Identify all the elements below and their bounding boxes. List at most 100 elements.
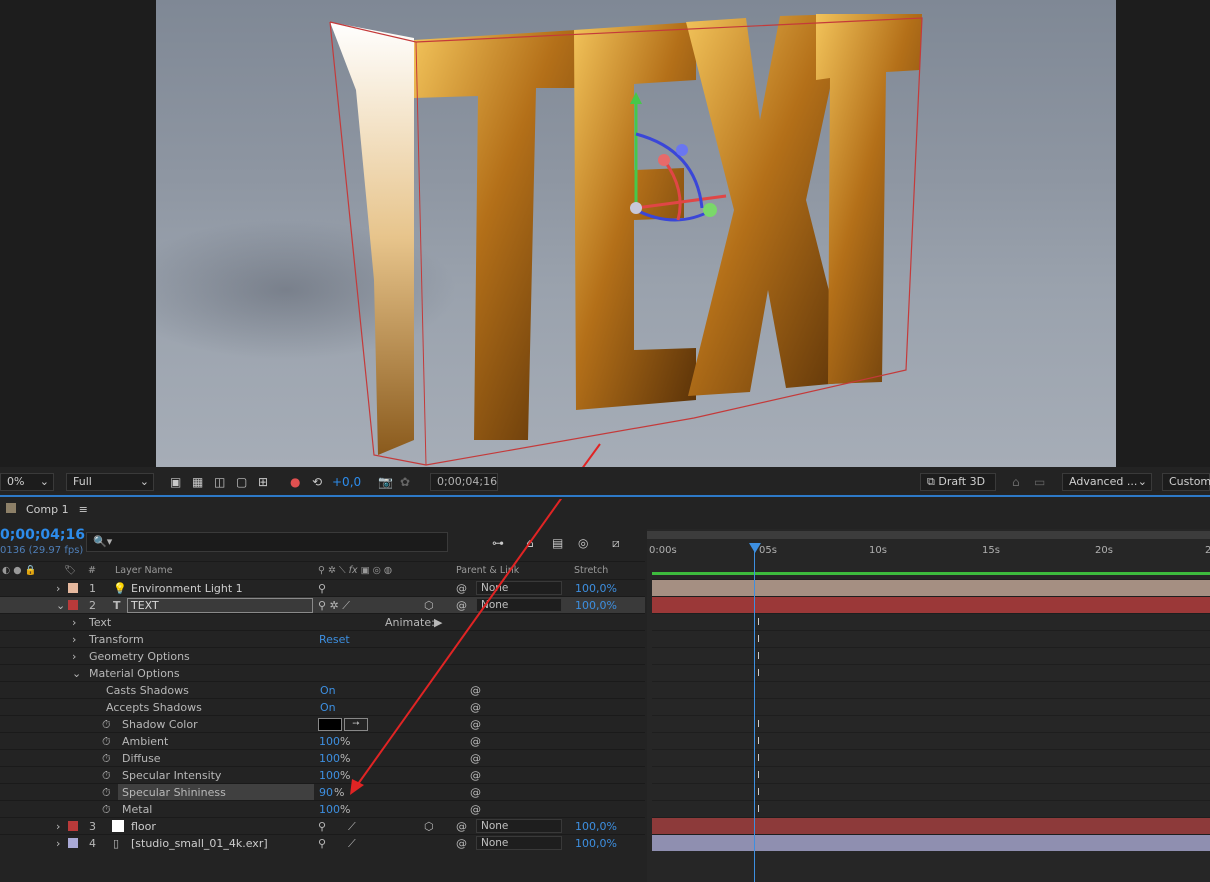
stretch-value[interactable]: 100,0% — [575, 580, 617, 597]
parent-select[interactable]: None — [476, 836, 562, 850]
pickwhip-icon[interactable]: @ — [456, 597, 467, 614]
expand-icon[interactable]: › — [56, 580, 60, 597]
layer-name[interactable]: floor — [131, 818, 156, 835]
prop-text[interactable]: › Text Animate: ▶ — [0, 613, 645, 630]
exposure-value[interactable]: +0,0 — [332, 473, 361, 491]
keyframe-icon[interactable]: I — [757, 634, 763, 645]
3d-view-icon[interactable]: ▭ — [1034, 473, 1045, 491]
eyedropper-icon[interactable]: ➙ — [344, 718, 368, 731]
shy-switch-icon[interactable]: ⚲ — [318, 818, 326, 835]
stretch-value[interactable]: 100,0% — [575, 835, 617, 852]
layer-name[interactable]: Environment Light 1 — [131, 580, 243, 597]
label-swatch[interactable] — [68, 838, 78, 848]
keyframe-icon[interactable]: I — [757, 804, 763, 815]
stretch-value[interactable]: 100,0% — [575, 818, 617, 835]
track-layer-4[interactable] — [652, 834, 1210, 851]
show-snapshot-icon[interactable]: ✿ — [400, 473, 410, 491]
expression-icon[interactable]: @ — [470, 682, 481, 699]
pickwhip-icon[interactable]: @ — [456, 580, 467, 597]
expression-icon[interactable]: @ — [470, 733, 481, 750]
prop-value[interactable]: 100 — [319, 750, 340, 767]
prop-material[interactable]: ⌄ Material Options — [0, 664, 645, 681]
parent-select[interactable]: None — [476, 598, 562, 612]
zoom-select[interactable]: 0% ⌄ — [0, 473, 54, 491]
transparency-grid-icon[interactable]: ▦ — [192, 473, 203, 491]
stopwatch-icon[interactable]: ⏱ — [102, 801, 111, 818]
collapse-icon[interactable]: ⌄ — [56, 597, 65, 614]
quality-icon[interactable]: ⟋ — [348, 818, 356, 835]
prop-geometry[interactable]: › Geometry Options — [0, 647, 645, 664]
keyframe-icon[interactable]: I — [757, 736, 763, 747]
layer-row-3[interactable]: › 3 floor ⚲ ⟋ ⬡ @ None 100,0% — [0, 817, 645, 834]
expand-icon[interactable]: › — [72, 648, 76, 665]
keyframe-icon[interactable]: I — [757, 668, 763, 679]
layer-row-1[interactable]: › 1 💡 Environment Light 1 ⚲ @ None 100,0… — [0, 579, 645, 596]
shy-switch-icon[interactable]: ⚲ — [318, 835, 326, 852]
prop-value[interactable]: 100 — [319, 767, 340, 784]
current-time-display[interactable]: 0;00;04;16 — [0, 527, 85, 543]
keyframe-icon[interactable]: I — [757, 770, 763, 781]
stretch-value[interactable]: 100,0% — [575, 597, 617, 614]
reset-link[interactable]: Reset — [319, 631, 350, 648]
label-swatch[interactable] — [68, 600, 78, 610]
stopwatch-icon[interactable]: ⏱ — [102, 733, 111, 750]
prop-value[interactable]: On — [320, 699, 336, 716]
prop-diffuse[interactable]: ⏱ Diffuse 100% @ — [0, 749, 645, 766]
graph-editor-icon[interactable]: ⧄ — [612, 534, 620, 552]
expression-icon[interactable]: @ — [470, 784, 481, 801]
tab-comp1[interactable]: Comp 1 ≡ — [0, 499, 88, 521]
keyframe-icon[interactable]: I — [757, 719, 763, 730]
prop-accepts-shadows[interactable]: Accepts Shadows On @ — [0, 698, 645, 715]
prop-casts-shadows[interactable]: Casts Shadows On @ — [0, 681, 645, 698]
expression-icon[interactable]: @ — [470, 801, 481, 818]
expand-icon[interactable]: › — [56, 818, 60, 835]
expand-icon[interactable]: › — [56, 835, 60, 852]
collapse-icon[interactable]: ⌄ — [72, 665, 81, 682]
prop-value[interactable]: 90 — [319, 784, 333, 801]
parent-select[interactable]: None — [476, 819, 562, 833]
quality-icon[interactable]: ⟋ — [348, 835, 356, 852]
viewer-timecode[interactable]: 0;00;04;16 — [430, 473, 498, 491]
label-swatch[interactable] — [68, 821, 78, 831]
advanced-select[interactable]: Advanced ... ⌄ — [1062, 473, 1152, 491]
expression-icon[interactable]: @ — [470, 699, 481, 716]
timeline-tracks[interactable]: 0:00s 05s 10s 15s 20s 2 I I I I I I I I … — [647, 529, 1210, 882]
expand-icon[interactable]: › — [72, 614, 76, 631]
layer-row-4[interactable]: › 4 ▯ [studio_small_01_4k.exr] ⚲ ⟋ @ Non… — [0, 834, 645, 851]
mask-visibility-icon[interactable]: ◫ — [214, 473, 225, 491]
work-area-bar[interactable] — [647, 531, 1210, 539]
stopwatch-icon[interactable]: ⏱ — [102, 767, 111, 784]
region-of-interest-icon[interactable]: ▢ — [236, 473, 247, 491]
pickwhip-icon[interactable]: @ — [456, 818, 467, 835]
snapshot-camera-icon[interactable]: 📷 — [378, 473, 393, 491]
exposure-reset-icon[interactable]: ⟲ — [312, 473, 322, 491]
3d-layer-icon[interactable]: ⬡ — [424, 818, 434, 835]
frame-blending-icon[interactable]: ▤ — [552, 534, 563, 552]
stopwatch-icon[interactable]: ⏱ — [102, 716, 111, 733]
parent-select[interactable]: None — [476, 581, 562, 595]
layer-row-2[interactable]: ⌄ 2 T TEXT ⚲ ✲ ⟋ ⬡ @ None 100,0% — [0, 596, 645, 613]
3d-ground-icon[interactable]: ⌂ — [1012, 473, 1020, 491]
search-input[interactable]: 🔍▾ — [86, 532, 448, 552]
keyframe-icon[interactable]: I — [757, 787, 763, 798]
prop-value[interactable]: 100 — [319, 733, 340, 750]
shy-switch-icon[interactable]: ⚲ — [318, 580, 326, 597]
layer-name[interactable]: [studio_small_01_4k.exr] — [131, 835, 268, 852]
prop-metal[interactable]: ⏱ Metal 100% @ — [0, 800, 645, 817]
prop-ambient[interactable]: ⏱ Ambient 100% @ — [0, 732, 645, 749]
prop-value[interactable]: 100 — [319, 801, 340, 818]
renderer-button[interactable]: ⧉ Draft 3D — [920, 473, 996, 491]
expand-icon[interactable]: › — [72, 631, 76, 648]
label-swatch[interactable] — [68, 583, 78, 593]
motion-blur-icon[interactable]: ◎ — [578, 534, 588, 552]
pickwhip-icon[interactable]: @ — [456, 835, 467, 852]
stopwatch-icon[interactable]: ⏱ — [102, 750, 111, 767]
playhead-handle[interactable] — [749, 543, 761, 553]
custom-view-select[interactable]: Custom — [1162, 473, 1210, 491]
composition-viewer[interactable] — [0, 0, 1210, 467]
stopwatch-icon[interactable]: ⏱ — [102, 784, 111, 801]
prop-specular-shininess[interactable]: ⏱ Specular Shininess 90% @ — [0, 783, 645, 801]
resolution-select[interactable]: Full ⌄ — [66, 473, 154, 491]
channel-icon[interactable]: ● — [290, 473, 300, 491]
track-layer-1[interactable] — [652, 579, 1210, 596]
